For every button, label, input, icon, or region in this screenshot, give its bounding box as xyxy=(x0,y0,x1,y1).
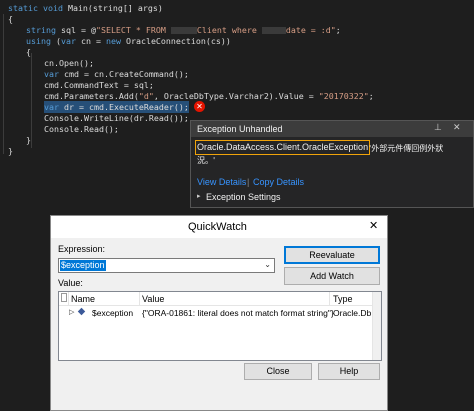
expression-input[interactable]: $exception ⌄ xyxy=(58,258,275,273)
expand-arrow-icon[interactable]: ▷ xyxy=(69,308,74,316)
col-value[interactable]: Value xyxy=(142,294,164,304)
pin-icon[interactable]: ⊥ xyxy=(434,123,442,133)
table-row[interactable]: ▷ $exception {"ORA-01861: literal does n… xyxy=(59,306,381,319)
close-button[interactable]: Close xyxy=(244,363,312,380)
dialog-title: QuickWatch xyxy=(188,221,247,233)
view-details-link[interactable]: View Details xyxy=(197,177,246,187)
chevron-down-icon[interactable]: ⌄ xyxy=(264,260,271,269)
exception-message-line2: 況。' xyxy=(197,156,216,165)
vertical-scrollbar[interactable] xyxy=(372,292,381,360)
expression-value: $exception xyxy=(60,260,106,271)
dialog-titlebar[interactable]: QuickWatch ✕ xyxy=(51,216,387,238)
object-icon xyxy=(77,307,86,316)
code-line-13: } xyxy=(26,135,31,145)
quickwatch-dialog: QuickWatch ✕ Expression: $exception ⌄ Re… xyxy=(50,215,388,411)
link-separator: | xyxy=(247,177,250,187)
value-grid: Name Value Type ▷ $exception {"ORA-01861… xyxy=(58,291,382,361)
help-button[interactable]: Help xyxy=(318,363,380,380)
reevaluate-button[interactable]: Reevaluate xyxy=(284,246,380,264)
code-line-1: static void Main(string[] args) xyxy=(8,3,163,13)
copy-details-link[interactable]: Copy Details xyxy=(253,177,304,187)
expand-arrow-icon[interactable]: ▸ xyxy=(197,192,201,200)
col-type[interactable]: Type xyxy=(333,294,353,304)
code-line-5: { xyxy=(26,47,31,57)
indent-guide xyxy=(3,14,4,154)
add-watch-button[interactable]: Add Watch xyxy=(284,267,380,285)
row-value: {"ORA-01861: literal does not match form… xyxy=(142,308,334,318)
redacted-block xyxy=(261,27,286,34)
exception-type: Oracle.DataAccess.Client.OracleException xyxy=(195,140,371,155)
expression-label: Expression: xyxy=(58,244,106,254)
indent-guide xyxy=(31,53,32,148)
exception-header: Exception Unhandled ⊥ ✕ xyxy=(191,121,473,137)
value-label: Value: xyxy=(58,278,83,288)
exception-settings[interactable]: Exception Settings xyxy=(206,192,281,202)
error-icon[interactable]: ✕ xyxy=(194,101,205,112)
dialog-close-icon[interactable]: ✕ xyxy=(369,219,378,232)
redacted-block xyxy=(170,27,197,34)
code-line-14: } xyxy=(8,146,13,156)
close-icon[interactable]: ✕ xyxy=(453,123,461,133)
exception-title: Exception Unhandled xyxy=(197,124,283,134)
code-line-4: using (var cn = new OracleConnection(cs)… xyxy=(26,36,231,46)
exception-message-line1: '外部元件傳回例外狀 xyxy=(369,144,444,153)
header-checkbox[interactable] xyxy=(61,293,67,302)
col-name[interactable]: Name xyxy=(71,294,95,304)
row-name: $exception xyxy=(92,308,134,318)
code-line-2: { xyxy=(8,14,13,24)
grid-header: Name Value Type xyxy=(59,292,381,306)
code-line-12: Console.Read(); xyxy=(44,124,119,134)
exception-helper: Exception Unhandled ⊥ ✕ Oracle.DataAcces… xyxy=(190,120,474,208)
